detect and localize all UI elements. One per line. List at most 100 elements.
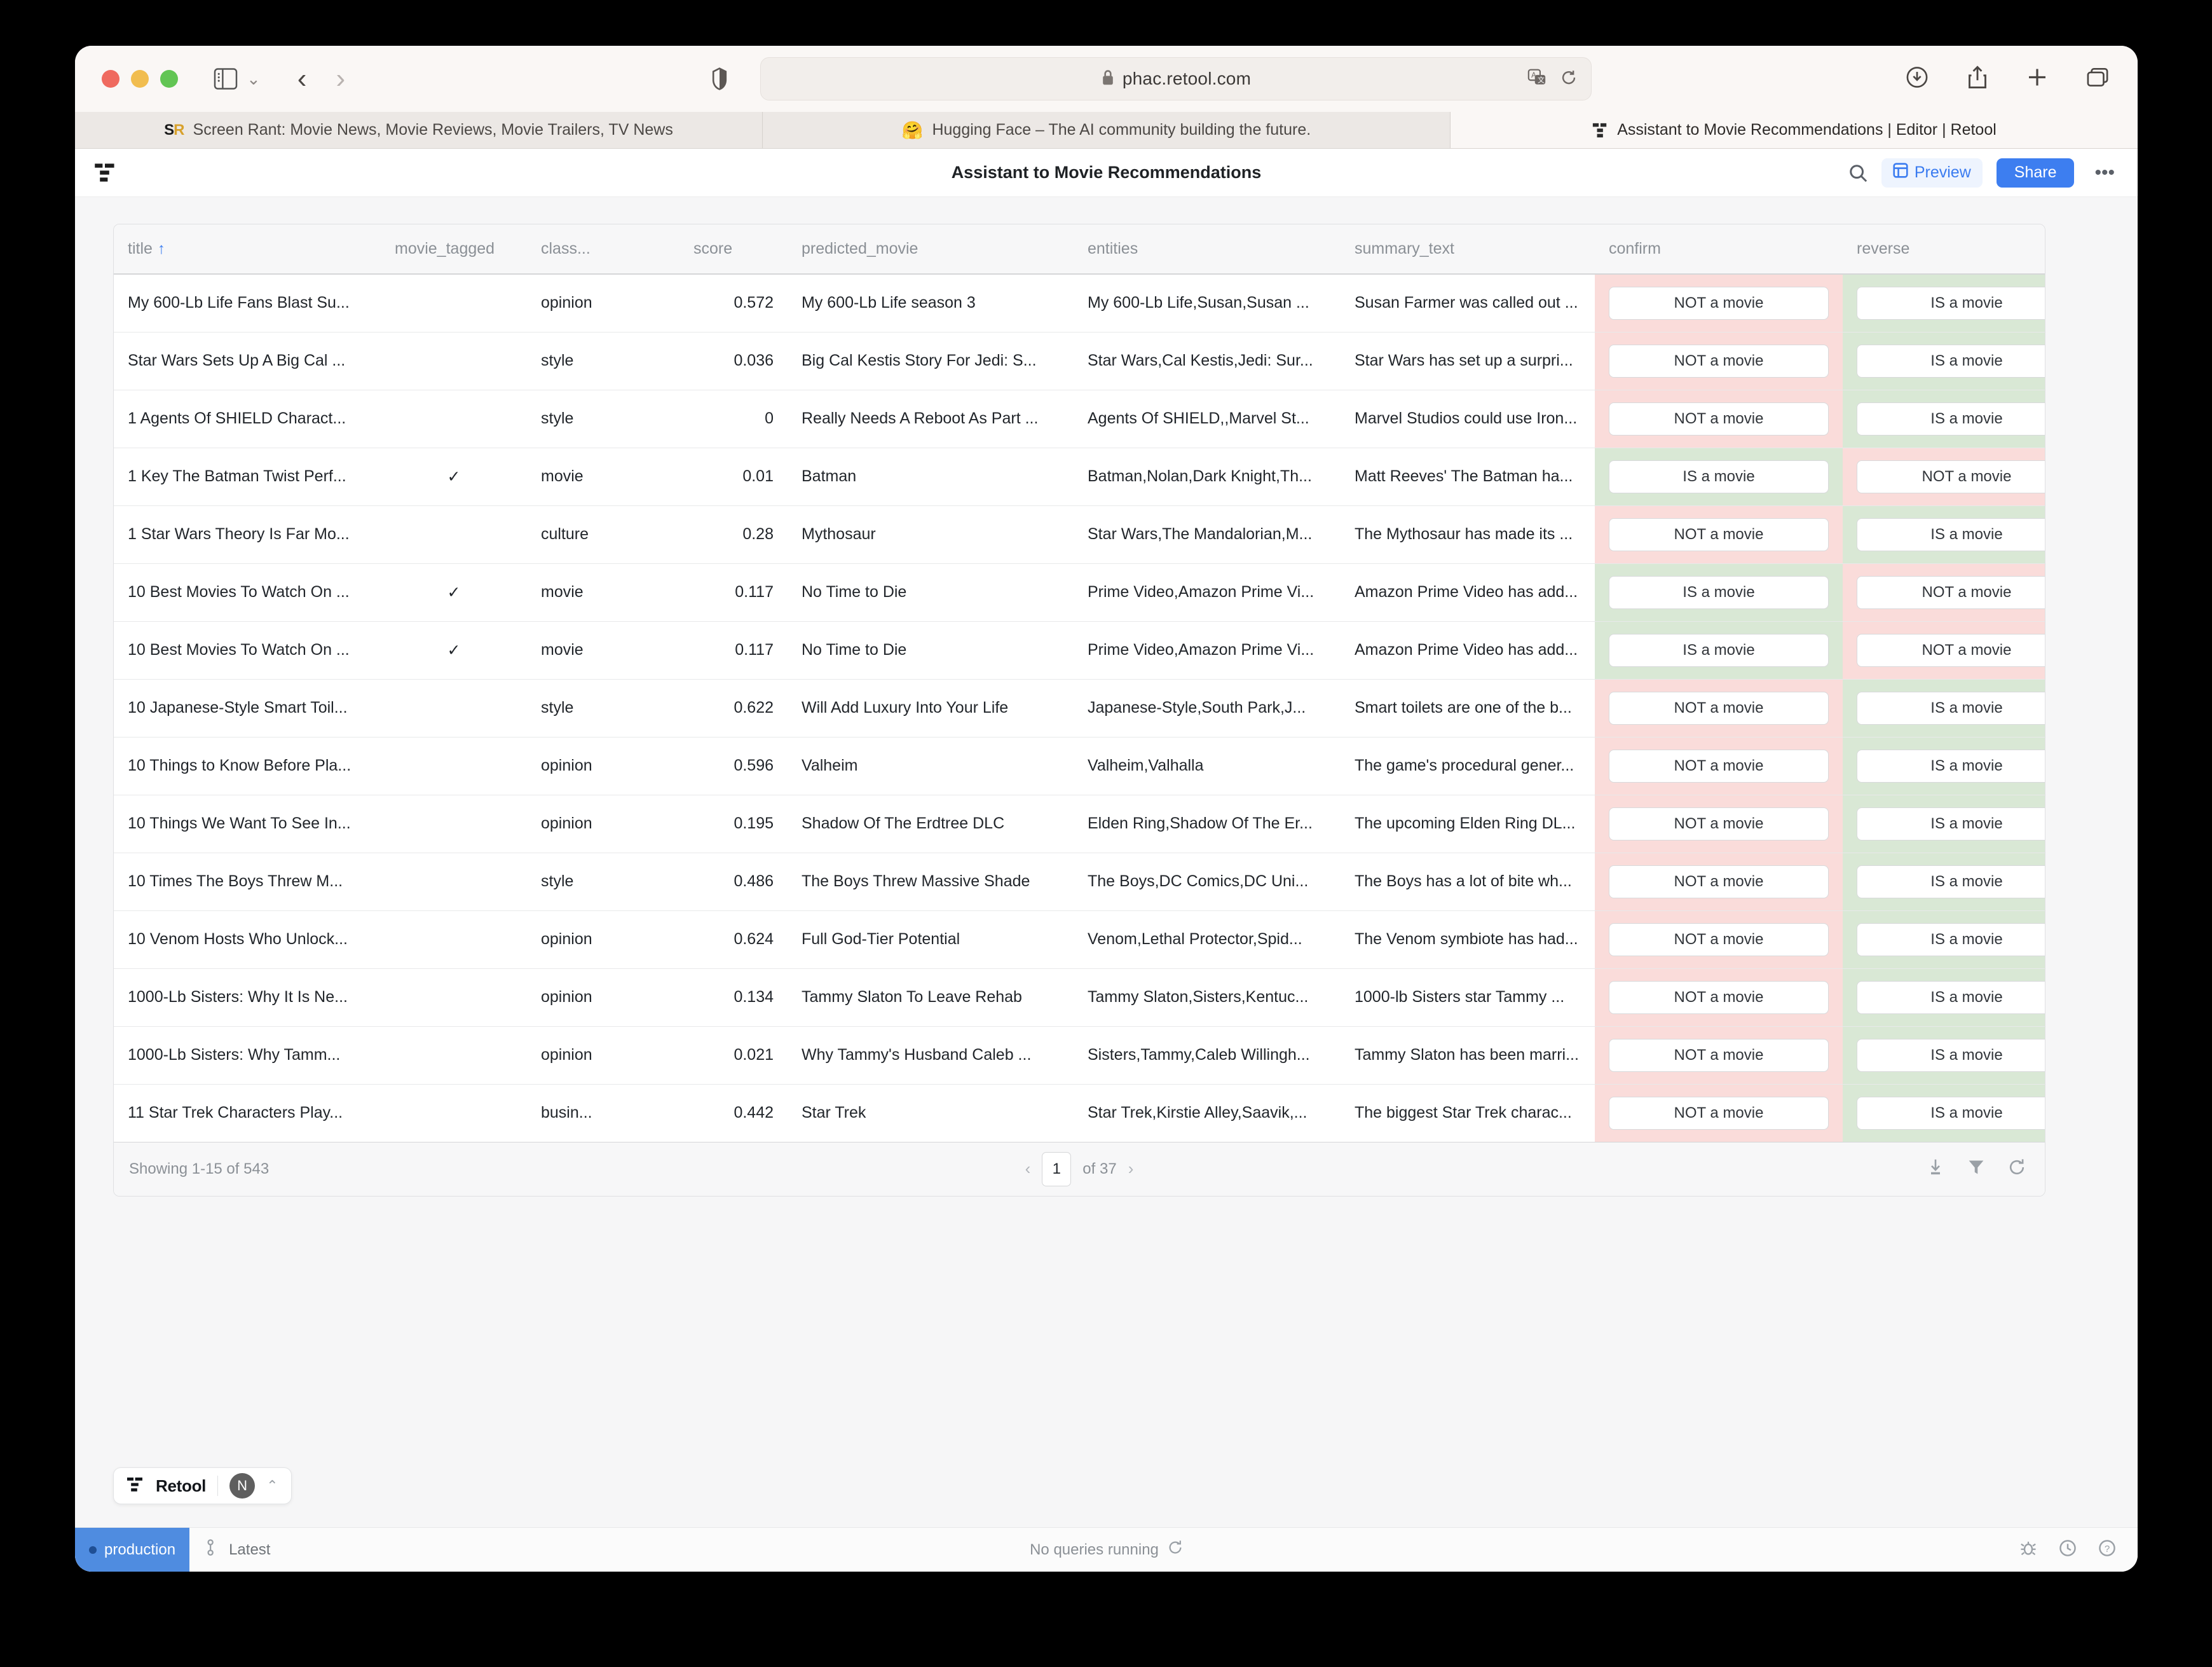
reverse-button[interactable]: IS a movie <box>1857 865 2045 898</box>
back-icon[interactable]: ‹ <box>297 65 307 93</box>
confirm-button[interactable]: NOT a movie <box>1609 691 1829 725</box>
column-header-confirm[interactable]: confirm <box>1595 224 1843 275</box>
table-row[interactable]: 10 Best Movies To Watch On ... ✓ movie 0.11… <box>114 621 2045 680</box>
previous-page-button[interactable]: ‹ <box>1025 1159 1031 1179</box>
table-row[interactable]: Star Wars Sets Up A Big Cal ... style 0.03… <box>114 332 2045 390</box>
chevron-down-icon[interactable]: ⌄ <box>247 71 261 87</box>
column-header-entities[interactable]: entities <box>1074 224 1341 275</box>
confirm-button[interactable]: IS a movie <box>1609 575 1829 609</box>
cell-predicted-movie: Really Needs A Reboot As Part ... <box>788 390 1074 448</box>
history-icon[interactable] <box>2059 1539 2077 1560</box>
reverse-button[interactable]: IS a movie <box>1857 691 2045 725</box>
refresh-icon[interactable] <box>2008 1158 2026 1179</box>
pagination-controls[interactable]: ‹ of 37 › <box>114 1151 2045 1186</box>
help-icon[interactable]: ? <box>2098 1539 2116 1560</box>
preview-button[interactable]: Preview <box>1881 158 1983 188</box>
confirm-button[interactable]: NOT a movie <box>1609 923 1829 956</box>
confirm-button[interactable]: NOT a movie <box>1609 286 1829 320</box>
toolbar-right-actions[interactable] <box>1906 65 2108 92</box>
avatar[interactable]: N <box>229 1473 256 1499</box>
reverse-button[interactable]: IS a movie <box>1857 286 2045 320</box>
downloads-icon[interactable] <box>1906 67 1928 92</box>
reverse-button[interactable]: IS a movie <box>1857 1096 2045 1130</box>
confirm-button[interactable]: NOT a movie <box>1609 807 1829 840</box>
table-row[interactable]: 1 Star Wars Theory Is Far Mo... culture 0.… <box>114 505 2045 564</box>
retool-branding-pill[interactable]: Retool N ⌃ <box>113 1467 292 1504</box>
forward-icon[interactable]: › <box>336 65 345 93</box>
minimize-window-button[interactable] <box>131 70 149 88</box>
next-page-button[interactable]: › <box>1128 1159 1134 1179</box>
column-header-movie-tagged[interactable]: movie_tagged <box>381 224 527 275</box>
table-footer: Showing 1-15 of 543 ‹ of 37 › <box>114 1142 2045 1196</box>
reverse-button[interactable]: IS a movie <box>1857 402 2045 436</box>
reverse-button[interactable]: NOT a movie <box>1857 460 2045 493</box>
table-row[interactable]: 1000-Lb Sisters: Why Tamm... opinion 0.021… <box>114 1026 2045 1085</box>
table-row[interactable]: 11 Star Trek Characters Play... busin... 0… <box>114 1084 2045 1142</box>
confirm-button[interactable]: NOT a movie <box>1609 1096 1829 1130</box>
debug-icon[interactable] <box>2019 1539 2037 1560</box>
cell-score: 0.442 <box>679 1084 788 1142</box>
reverse-button[interactable]: NOT a movie <box>1857 633 2045 667</box>
confirm-button[interactable]: IS a movie <box>1609 633 1829 667</box>
share-icon[interactable] <box>1967 65 1988 92</box>
reverse-button[interactable]: IS a movie <box>1857 518 2045 551</box>
reverse-button[interactable]: IS a movie <box>1857 980 2045 1014</box>
tab-overview-icon[interactable] <box>2087 67 2108 91</box>
more-options-button[interactable]: ••• <box>2088 163 2121 182</box>
address-bar[interactable]: phac.retool.com A文 <box>760 57 1592 100</box>
download-icon[interactable] <box>1927 1158 1944 1179</box>
table-row[interactable]: 10 Things We Want To See In... opinion 0.1… <box>114 795 2045 853</box>
search-icon[interactable] <box>1848 163 1867 182</box>
table-row[interactable]: 10 Venom Hosts Who Unlock... opinion 0.624… <box>114 910 2045 969</box>
table-row[interactable]: 1000-Lb Sisters: Why It Is Ne... opinion 0… <box>114 968 2045 1027</box>
table-row[interactable]: 10 Japanese-Style Smart Toil... style 0.62… <box>114 679 2045 737</box>
browser-tab-1[interactable]: 🤗 Hugging Face – The AI community buildi… <box>763 112 1451 148</box>
reverse-button[interactable]: NOT a movie <box>1857 575 2045 609</box>
table-row[interactable]: 10 Best Movies To Watch On ... ✓ movie 0.11… <box>114 563 2045 622</box>
column-header-reverse[interactable]: reverse <box>1843 224 2045 275</box>
sort-ascending-icon[interactable]: ↑ <box>158 240 165 257</box>
confirm-button[interactable]: NOT a movie <box>1609 1038 1829 1072</box>
confirm-button[interactable]: NOT a movie <box>1609 344 1829 378</box>
browser-tab-2[interactable]: Assistant to Movie Recommendations | Edi… <box>1451 112 2138 148</box>
share-button[interactable]: Share <box>1996 158 2075 188</box>
confirm-button[interactable]: NOT a movie <box>1609 980 1829 1014</box>
reload-icon[interactable] <box>1560 69 1577 89</box>
reverse-button[interactable]: IS a movie <box>1857 344 2045 378</box>
table-row[interactable]: 10 Things to Know Before Pla... opinion 0.… <box>114 737 2045 795</box>
close-window-button[interactable] <box>102 70 119 88</box>
reverse-button[interactable]: IS a movie <box>1857 1038 2045 1072</box>
column-header-score[interactable]: score <box>679 224 788 275</box>
column-header-summary-text[interactable]: summary_text <box>1341 224 1595 275</box>
translate-icon[interactable]: A文 <box>1527 69 1546 90</box>
maximize-window-button[interactable] <box>160 70 178 88</box>
table-row[interactable]: My 600-Lb Life Fans Blast Su... opinion 0.… <box>114 274 2045 333</box>
reverse-button[interactable]: IS a movie <box>1857 923 2045 956</box>
confirm-button[interactable]: IS a movie <box>1609 460 1829 493</box>
reverse-button[interactable]: IS a movie <box>1857 749 2045 783</box>
confirm-button[interactable]: NOT a movie <box>1609 402 1829 436</box>
confirm-button[interactable]: NOT a movie <box>1609 518 1829 551</box>
filter-icon[interactable] <box>1967 1158 1985 1179</box>
confirm-cell: IS a movie <box>1595 563 1843 622</box>
chevron-up-icon[interactable]: ⌃ <box>266 1478 278 1494</box>
privacy-shield-icon[interactable] <box>711 67 728 90</box>
preview-icon <box>1893 163 1908 182</box>
column-header-predicted-movie[interactable]: predicted_movie <box>788 224 1074 275</box>
sidebar-toggle-icon[interactable] <box>214 68 238 90</box>
reverse-button[interactable]: IS a movie <box>1857 807 2045 840</box>
confirm-button[interactable]: NOT a movie <box>1609 749 1829 783</box>
confirm-button[interactable]: NOT a movie <box>1609 865 1829 898</box>
table-row[interactable]: 10 Times The Boys Threw M... style 0.486 Th… <box>114 853 2045 911</box>
column-header-classification[interactable]: class... <box>527 224 679 275</box>
new-tab-icon[interactable] <box>2027 67 2047 91</box>
column-header-title[interactable]: title ↑ <box>114 224 381 275</box>
navigation-arrows[interactable]: ‹ › <box>297 65 345 93</box>
window-controls[interactable] <box>102 70 178 88</box>
table-row[interactable]: 1 Agents Of SHIELD Charact... style 0 Reall… <box>114 390 2045 448</box>
refresh-icon[interactable] <box>1168 1540 1183 1560</box>
table-row[interactable]: 1 Key The Batman Twist Perf... ✓ movie 0.01… <box>114 448 2045 506</box>
page-number-input[interactable] <box>1042 1151 1072 1186</box>
browser-tab-0[interactable]: SR Screen Rant: Movie News, Movie Review… <box>75 112 763 148</box>
cell-classification: movie <box>527 621 679 680</box>
